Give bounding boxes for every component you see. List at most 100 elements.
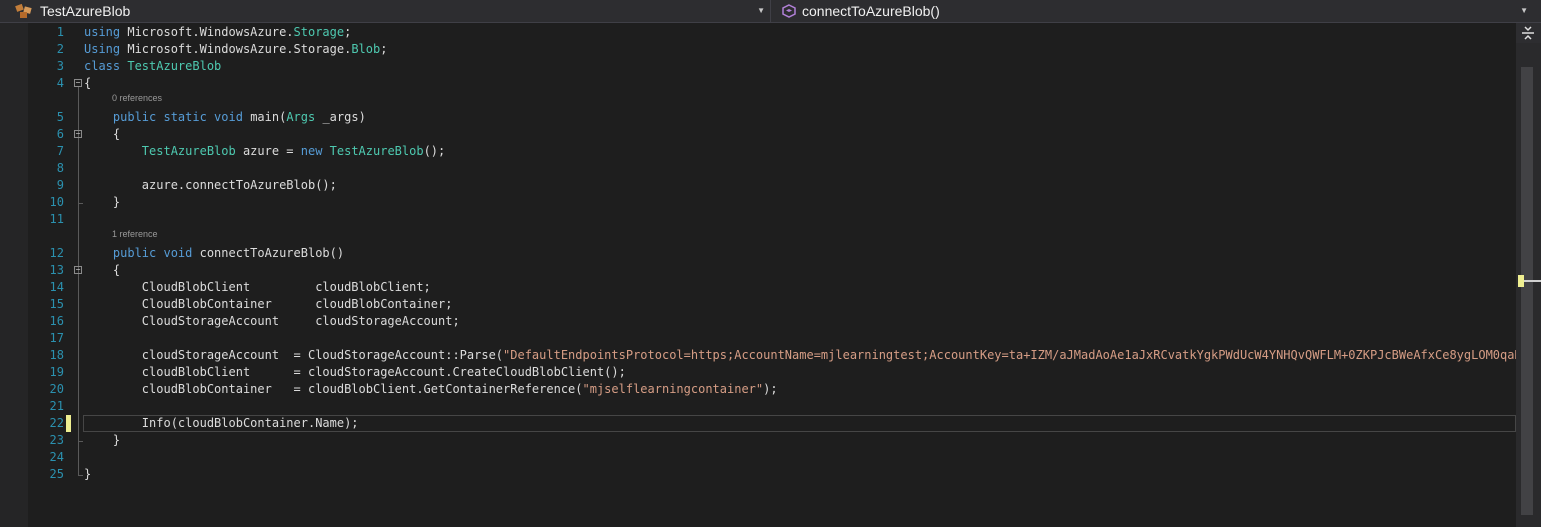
code-token: cloudBlobContainer = cloudBlobClient.Get… [84, 382, 583, 396]
project-dropdown[interactable]: TestAzureBlob ▼ [0, 0, 771, 22]
code-editor[interactable]: 1 using Microsoft.WindowsAzure.Storage; 2 U… [28, 23, 1516, 527]
collapse-icon[interactable]: − [74, 79, 82, 87]
code-line[interactable]: 24 [28, 449, 1516, 466]
code-token: main( [250, 110, 287, 124]
member-dropdown[interactable]: connectToAzureBlob() ▼ [776, 0, 1528, 22]
code-token: azure = [235, 144, 301, 158]
code-line[interactable]: 16 CloudStorageAccount cloudStorageAccou… [28, 313, 1516, 330]
type-token: Args [286, 110, 316, 124]
code-token: Info(cloudBlobContainer.Name); [84, 416, 359, 430]
chevron-down-icon[interactable]: ▼ [757, 0, 765, 22]
code-line[interactable]: 3 class TestAzureBlob [28, 58, 1516, 75]
fold-guide [78, 274, 79, 441]
keyword-token: public static void [112, 110, 251, 124]
code-text[interactable]: CloudBlobContainer cloudBlobContainer; [84, 296, 453, 313]
code-line[interactable]: 21 [28, 398, 1516, 415]
code-token: CloudBlobContainer cloudBlobContainer; [84, 297, 453, 311]
line-number: 22 [49, 416, 64, 430]
type-token: TestAzureBlob [329, 144, 424, 158]
code-line[interactable]: 17 [28, 330, 1516, 347]
chevron-down-icon[interactable]: ▼ [1520, 0, 1528, 22]
code-text[interactable]: azure.connectToAzureBlob(); [84, 177, 337, 194]
line-number: 17 [49, 331, 64, 345]
line-number: 21 [49, 399, 64, 413]
code-text[interactable]: using Microsoft.WindowsAzure.Storage; [84, 24, 351, 41]
code-line[interactable]: 13 { [28, 262, 1516, 279]
line-number: 25 [49, 467, 64, 481]
vertical-scrollbar[interactable] [1516, 43, 1541, 527]
code-text[interactable]: { [84, 262, 120, 279]
collapse-icon[interactable]: − [74, 130, 82, 138]
code-text[interactable]: { [84, 75, 91, 92]
collapse-icon[interactable]: − [74, 266, 82, 274]
code-text[interactable]: public static void main(Args _args) [84, 109, 366, 126]
code-text[interactable]: cloudBlobClient = cloudStorageAccount.Cr… [84, 364, 626, 381]
code-line[interactable]: 6 { [28, 126, 1516, 143]
type-token: Blob [351, 42, 381, 56]
code-line[interactable]: 8 [28, 160, 1516, 177]
code-line[interactable]: 2 Using Microsoft.WindowsAzure.Storage.Bl… [28, 41, 1516, 58]
code-line[interactable]: 4{ [28, 75, 1516, 92]
line-number: 23 [49, 433, 64, 447]
code-line[interactable]: 19 cloudBlobClient = cloudStorageAccount… [28, 364, 1516, 381]
code-token: ; [380, 42, 388, 56]
code-line[interactable]: 7 TestAzureBlob azure = new TestAzureBlo… [28, 143, 1516, 160]
type-token: Storage [293, 25, 345, 39]
code-token: CloudBlobClient cloudBlobClient; [84, 280, 431, 294]
code-text[interactable]: CloudStorageAccount cloudStorageAccount; [84, 313, 460, 330]
code-line[interactable]: 14 CloudBlobClient cloudBlobClient; [28, 279, 1516, 296]
line-number: 19 [49, 365, 64, 379]
code-text[interactable]: CloudBlobClient cloudBlobClient; [84, 279, 431, 296]
code-line[interactable]: 20 cloudBlobContainer = cloudBlobClient.… [28, 381, 1516, 398]
code-line[interactable]: 10 } [28, 194, 1516, 211]
code-line[interactable]: 12 public void connectToAzureBlob() [28, 245, 1516, 262]
line-number: 24 [49, 450, 64, 464]
code-line[interactable]: 1 using Microsoft.WindowsAzure.Storage; [28, 24, 1516, 41]
code-text[interactable]: class TestAzureBlob [84, 58, 221, 75]
line-number: 8 [56, 161, 64, 175]
code-token: { [84, 76, 92, 90]
code-text[interactable]: public void connectToAzureBlob() [84, 245, 344, 262]
code-text[interactable]: cloudBlobContainer = cloudBlobClient.Get… [84, 381, 778, 398]
split-icon [1522, 26, 1534, 40]
fold-guide [78, 138, 79, 203]
code-token: _args) [315, 110, 366, 124]
codelens-references[interactable]: 0 references [112, 92, 162, 104]
code-text[interactable]: { [84, 126, 120, 143]
scroll-thumb[interactable] [1521, 67, 1533, 515]
string-token: "DefaultEndpointsProtocol=https;AccountN… [503, 348, 1516, 362]
keyword-token: using [84, 25, 128, 39]
keyword-token: Using [84, 42, 128, 56]
code-line[interactable]: 22 Info(cloudBlobContainer.Name); [28, 415, 1516, 432]
code-token: { [84, 263, 121, 277]
code-line[interactable]: 25} [28, 466, 1516, 483]
code-line[interactable]: 11 [28, 211, 1516, 228]
code-token: azure.connectToAzureBlob(); [84, 178, 337, 192]
code-line[interactable]: 5 public static void main(Args _args) [28, 109, 1516, 126]
code-line[interactable]: 23 } [28, 432, 1516, 449]
split-view-handle[interactable] [1516, 23, 1541, 43]
code-text[interactable]: Using Microsoft.WindowsAzure.Storage.Blo… [84, 41, 387, 58]
code-text[interactable]: } [84, 194, 120, 211]
navigation-bar: TestAzureBlob ▼ connectToAzureBlob() ▼ [0, 0, 1541, 23]
code-token: Microsoft.WindowsAzure.Storage. [127, 42, 352, 56]
code-text[interactable]: TestAzureBlob azure = new TestAzureBlob(… [84, 143, 445, 160]
code-line[interactable]: 18 cloudStorageAccount = CloudStorageAcc… [28, 347, 1516, 364]
codelens-references[interactable]: 1 reference [112, 228, 158, 240]
code-token: CloudStorageAccount cloudStorageAccount; [84, 314, 460, 328]
code-text[interactable]: } [84, 432, 120, 449]
change-marker [66, 415, 71, 432]
line-number: 20 [49, 382, 64, 396]
code-text[interactable]: } [84, 466, 91, 483]
line-number: 11 [49, 212, 64, 226]
code-text[interactable]: cloudStorageAccount = CloudStorageAccoun… [84, 347, 1516, 364]
project-name: TestAzureBlob [40, 3, 131, 19]
method-icon [782, 4, 796, 18]
code-text[interactable]: Info(cloudBlobContainer.Name); [84, 415, 359, 432]
fold-guide-end [78, 475, 83, 476]
code-line[interactable]: 15 CloudBlobContainer cloudBlobContainer… [28, 296, 1516, 313]
code-token: } [84, 467, 92, 481]
code-line[interactable]: 9 azure.connectToAzureBlob(); [28, 177, 1516, 194]
line-number: 5 [56, 110, 64, 124]
